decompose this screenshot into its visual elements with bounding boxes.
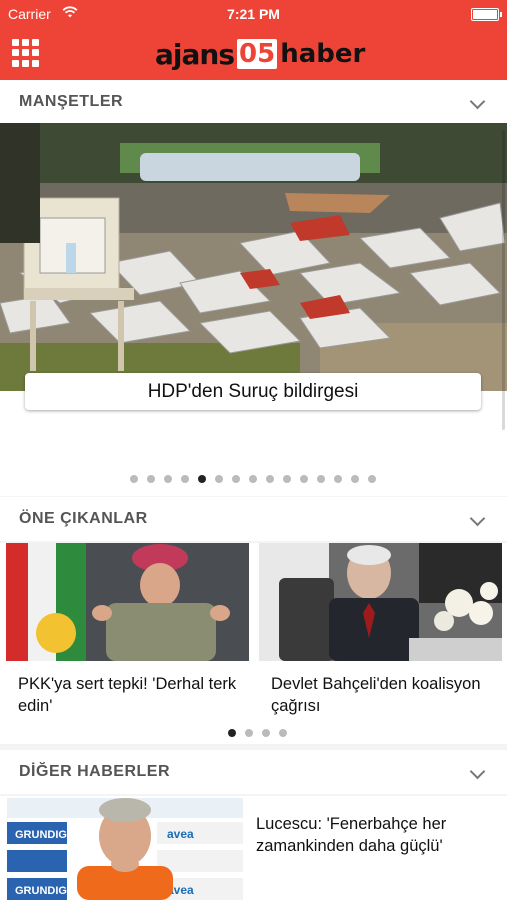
news-list-item[interactable]: GRUNDIG avea GRUNDIG avea Lucescu: 'Fene… <box>0 796 507 900</box>
featured-image <box>6 543 249 661</box>
featured-page-indicator[interactable] <box>228 729 287 737</box>
featured-image <box>259 543 502 661</box>
page-dot[interactable] <box>279 729 287 737</box>
chevron-down-icon[interactable] <box>469 763 486 780</box>
news-thumbnail: GRUNDIG avea GRUNDIG avea <box>7 798 243 900</box>
section-header-other[interactable]: DİĞER HABERLER <box>0 750 507 794</box>
page-dot[interactable] <box>317 475 325 483</box>
logo-text-05: 05 <box>237 39 278 69</box>
page-dot[interactable] <box>368 475 376 483</box>
scrollbar[interactable] <box>502 130 505 430</box>
clock: 7:21 PM <box>227 6 280 22</box>
page-dot[interactable] <box>198 475 206 483</box>
featured-title: PKK'ya sert tepki! 'Derhal terk edin' <box>18 675 237 715</box>
section-header-featured[interactable]: ÖNE ÇIKANLAR <box>0 497 507 541</box>
page-dot[interactable] <box>266 475 274 483</box>
page-dot[interactable] <box>351 475 359 483</box>
page-dot[interactable] <box>164 475 172 483</box>
sponsor-label: avea <box>167 827 194 841</box>
chevron-down-icon[interactable] <box>469 510 486 527</box>
news-headline: Lucescu: 'Fenerbahçe her zamankinden dah… <box>256 815 447 855</box>
hero-page-indicator[interactable] <box>130 475 376 483</box>
section-title: MANŞETLER <box>19 93 124 110</box>
section-header-headlines[interactable]: MANŞETLER <box>0 80 507 124</box>
sponsor-label: GRUNDIG <box>15 829 67 841</box>
hero-caption[interactable]: HDP'den Suruç bildirgesi <box>25 373 481 410</box>
page-dot[interactable] <box>300 475 308 483</box>
featured-title: Devlet Bahçeli'den koalisyon çağrısı <box>271 675 481 715</box>
logo-text-ajans: ajans <box>155 37 235 71</box>
chevron-down-icon[interactable] <box>469 93 486 110</box>
featured-card[interactable]: Devlet Bahçeli'den koalisyon çağrısı <box>259 543 502 717</box>
page-dot[interactable] <box>228 729 236 737</box>
page-dot[interactable] <box>181 475 189 483</box>
menu-grid-icon[interactable] <box>12 39 40 67</box>
page-dot[interactable] <box>147 475 155 483</box>
page-dot[interactable] <box>130 475 138 483</box>
page-dot[interactable] <box>245 729 253 737</box>
section-title: ÖNE ÇIKANLAR <box>19 510 148 527</box>
section-title: DİĞER HABERLER <box>19 763 171 780</box>
sponsor-label: GRUNDIG <box>15 885 67 897</box>
page-dot[interactable] <box>334 475 342 483</box>
hero-image[interactable] <box>0 123 507 391</box>
featured-carousel: PKK'ya sert tepki! 'Derhal terk edin' De… <box>0 543 507 744</box>
page-dot[interactable] <box>249 475 257 483</box>
page-dot[interactable] <box>232 475 240 483</box>
featured-card[interactable]: PKK'ya sert tepki! 'Derhal terk edin' <box>6 543 249 717</box>
battery-icon <box>471 8 502 21</box>
app-logo[interactable]: ajans 05 haber <box>155 34 365 74</box>
app-header: ajans 05 haber <box>0 28 507 80</box>
page-dot[interactable] <box>283 475 291 483</box>
logo-text-haber: haber <box>280 39 366 69</box>
page-dot[interactable] <box>262 729 270 737</box>
status-bar: Carrier 7:21 PM <box>0 0 507 28</box>
page-dot[interactable] <box>215 475 223 483</box>
